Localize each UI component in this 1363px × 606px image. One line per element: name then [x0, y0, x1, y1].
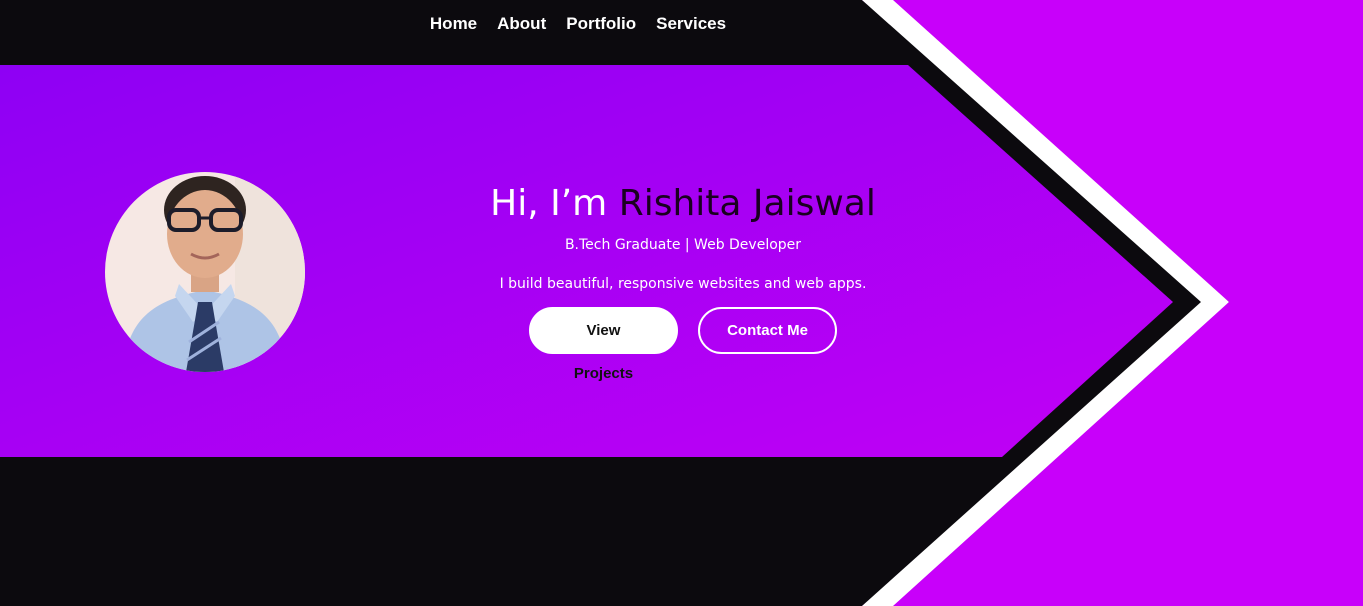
- nav-home[interactable]: Home: [430, 12, 477, 36]
- main-nav: Home About Portfolio Services: [0, 12, 1156, 36]
- hero-tagline: I build beautiful, responsive websites a…: [499, 276, 867, 292]
- nav-about[interactable]: About: [497, 12, 546, 36]
- hero-content: Hi, I’m Rishita Jaiswal B.Tech Graduate …: [383, 178, 983, 382]
- hero-name: Rishita Jaiswal: [618, 183, 876, 224]
- contact-me-button[interactable]: Contact Me: [698, 307, 837, 354]
- view-projects-button[interactable]: View Projects: [529, 307, 678, 382]
- hero-greeting: Hi, I’m: [490, 183, 608, 224]
- profile-photo-icon: [105, 172, 305, 372]
- hero-title: Hi, I’m Rishita Jaiswal: [383, 178, 983, 230]
- nav-portfolio[interactable]: Portfolio: [566, 12, 636, 36]
- hero-subtitle: B.Tech Graduate | Web Developer: [564, 237, 802, 253]
- profile-photo: [105, 172, 305, 372]
- hero-buttons: View Projects Contact Me: [383, 307, 983, 382]
- nav-services[interactable]: Services: [656, 12, 726, 36]
